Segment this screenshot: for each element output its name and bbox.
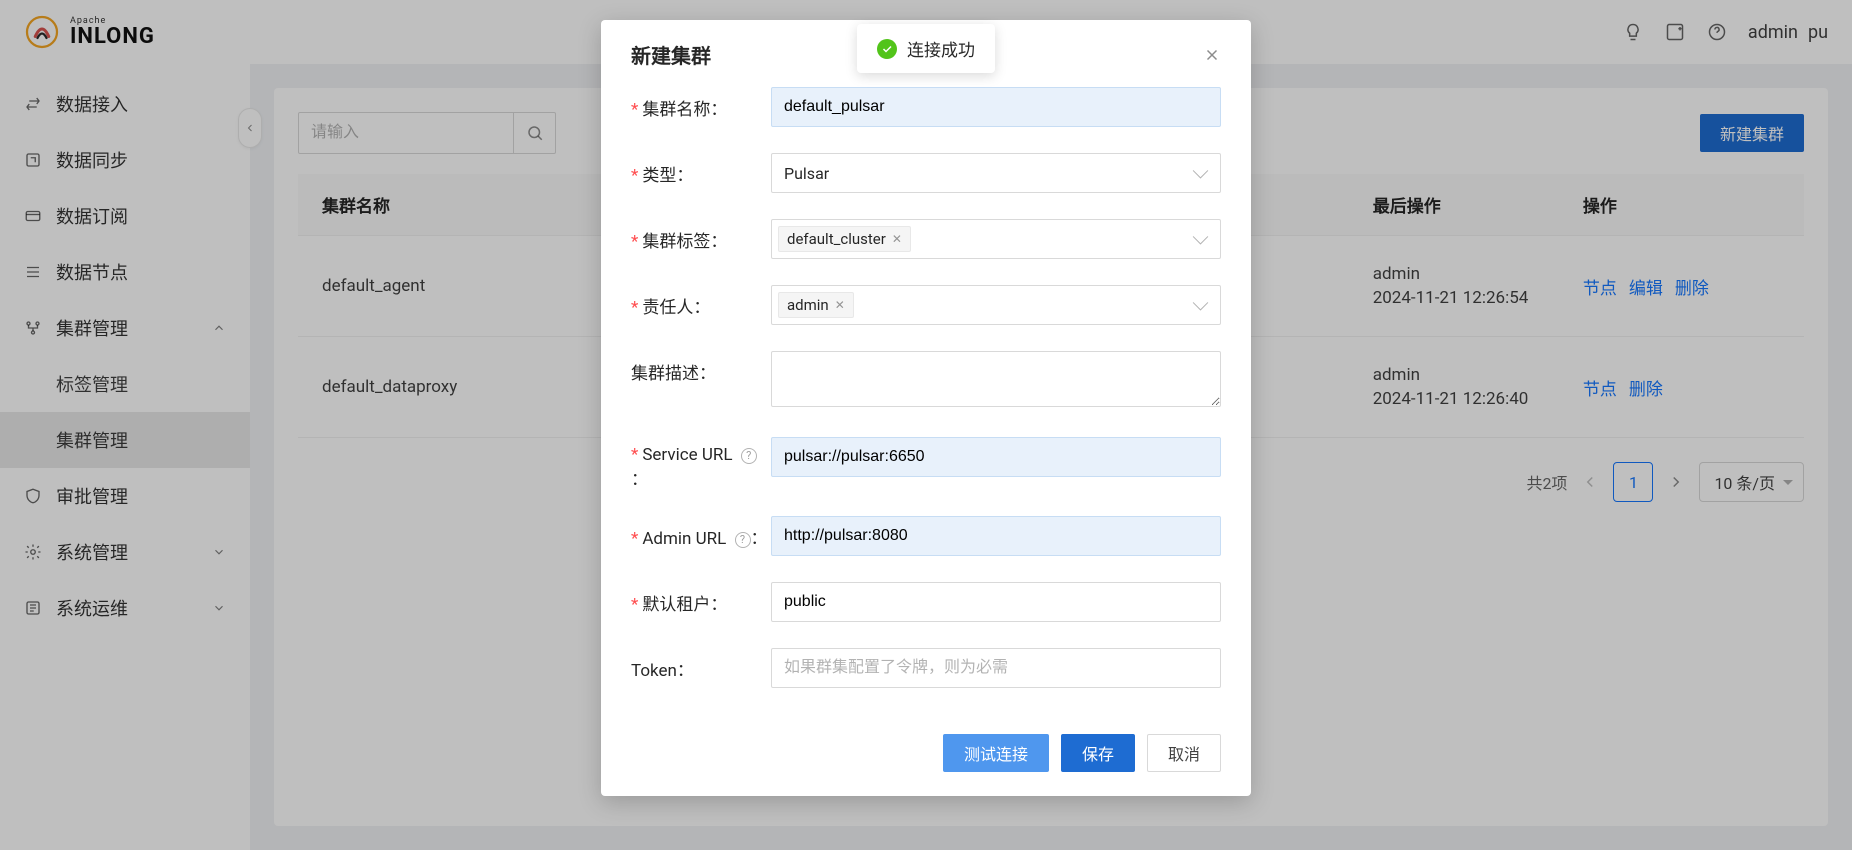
- label-owner: 责任人: [642, 298, 693, 318]
- help-icon[interactable]: ?: [741, 448, 757, 464]
- test-connection-button[interactable]: 测试连接: [943, 734, 1049, 772]
- select-type-value: Pulsar: [784, 164, 829, 183]
- label-admin-url: Admin URL: [642, 529, 726, 549]
- label-type: 类型: [642, 166, 676, 186]
- input-service-url[interactable]: [771, 437, 1221, 477]
- cancel-button[interactable]: 取消: [1147, 734, 1221, 772]
- textarea-desc[interactable]: [771, 351, 1221, 407]
- label-cluster-name: 集群名称: [642, 100, 710, 120]
- input-token[interactable]: [771, 648, 1221, 688]
- select-cluster-tag[interactable]: default_cluster ✕: [771, 219, 1221, 259]
- label-desc: 集群描述: [631, 364, 699, 384]
- create-cluster-modal: 新建集群 *集群名称： *类型： Pulsar *集群标签： default_c…: [601, 20, 1251, 796]
- input-admin-url[interactable]: [771, 516, 1221, 556]
- close-icon[interactable]: [1203, 46, 1221, 64]
- input-cluster-name[interactable]: [771, 87, 1221, 127]
- toast-success: 连接成功: [857, 24, 995, 73]
- modal-title: 新建集群: [631, 40, 711, 69]
- tag-value: default_cluster: [787, 230, 886, 248]
- label-tenant: 默认租户: [642, 595, 710, 615]
- check-circle-icon: [877, 39, 897, 59]
- label-service-url: Service URL: [642, 445, 732, 465]
- input-tenant[interactable]: [771, 582, 1221, 622]
- save-button[interactable]: 保存: [1061, 734, 1135, 772]
- select-owner[interactable]: admin ✕: [771, 285, 1221, 325]
- help-icon[interactable]: ?: [735, 532, 751, 548]
- tag-remove-icon[interactable]: ✕: [835, 298, 845, 312]
- tag-remove-icon[interactable]: ✕: [892, 232, 902, 246]
- label-tag: 集群标签: [642, 232, 710, 252]
- tag-value: admin: [787, 296, 829, 314]
- toast-text: 连接成功: [907, 36, 975, 61]
- select-type[interactable]: Pulsar: [771, 153, 1221, 193]
- label-token: Token: [631, 661, 677, 681]
